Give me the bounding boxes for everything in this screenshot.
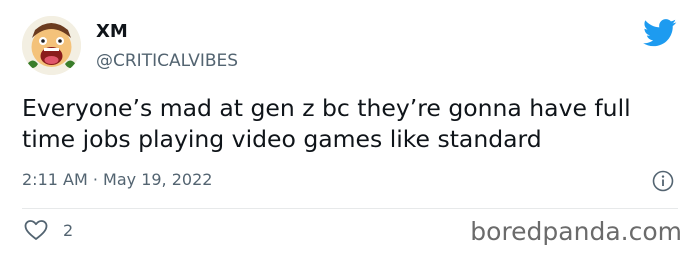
display-name[interactable]: XM: [96, 21, 128, 43]
avatar[interactable]: [22, 16, 81, 75]
avatar-image: [22, 16, 81, 75]
like-count: 2: [63, 221, 74, 240]
user-handle[interactable]: @CRITICALVIBES: [96, 50, 238, 72]
tweet-text: Everyone’s mad at gen z bc they’re gonna…: [22, 94, 631, 153]
info-icon[interactable]: [652, 170, 674, 192]
watermark: boredpanda.com: [470, 217, 682, 246]
heart-outline-icon[interactable]: [24, 219, 48, 241]
twitter-bird-icon[interactable]: [643, 19, 677, 47]
divider: [22, 208, 678, 209]
tweet-timestamp[interactable]: 2:11 AM · May 19, 2022: [22, 170, 212, 190]
